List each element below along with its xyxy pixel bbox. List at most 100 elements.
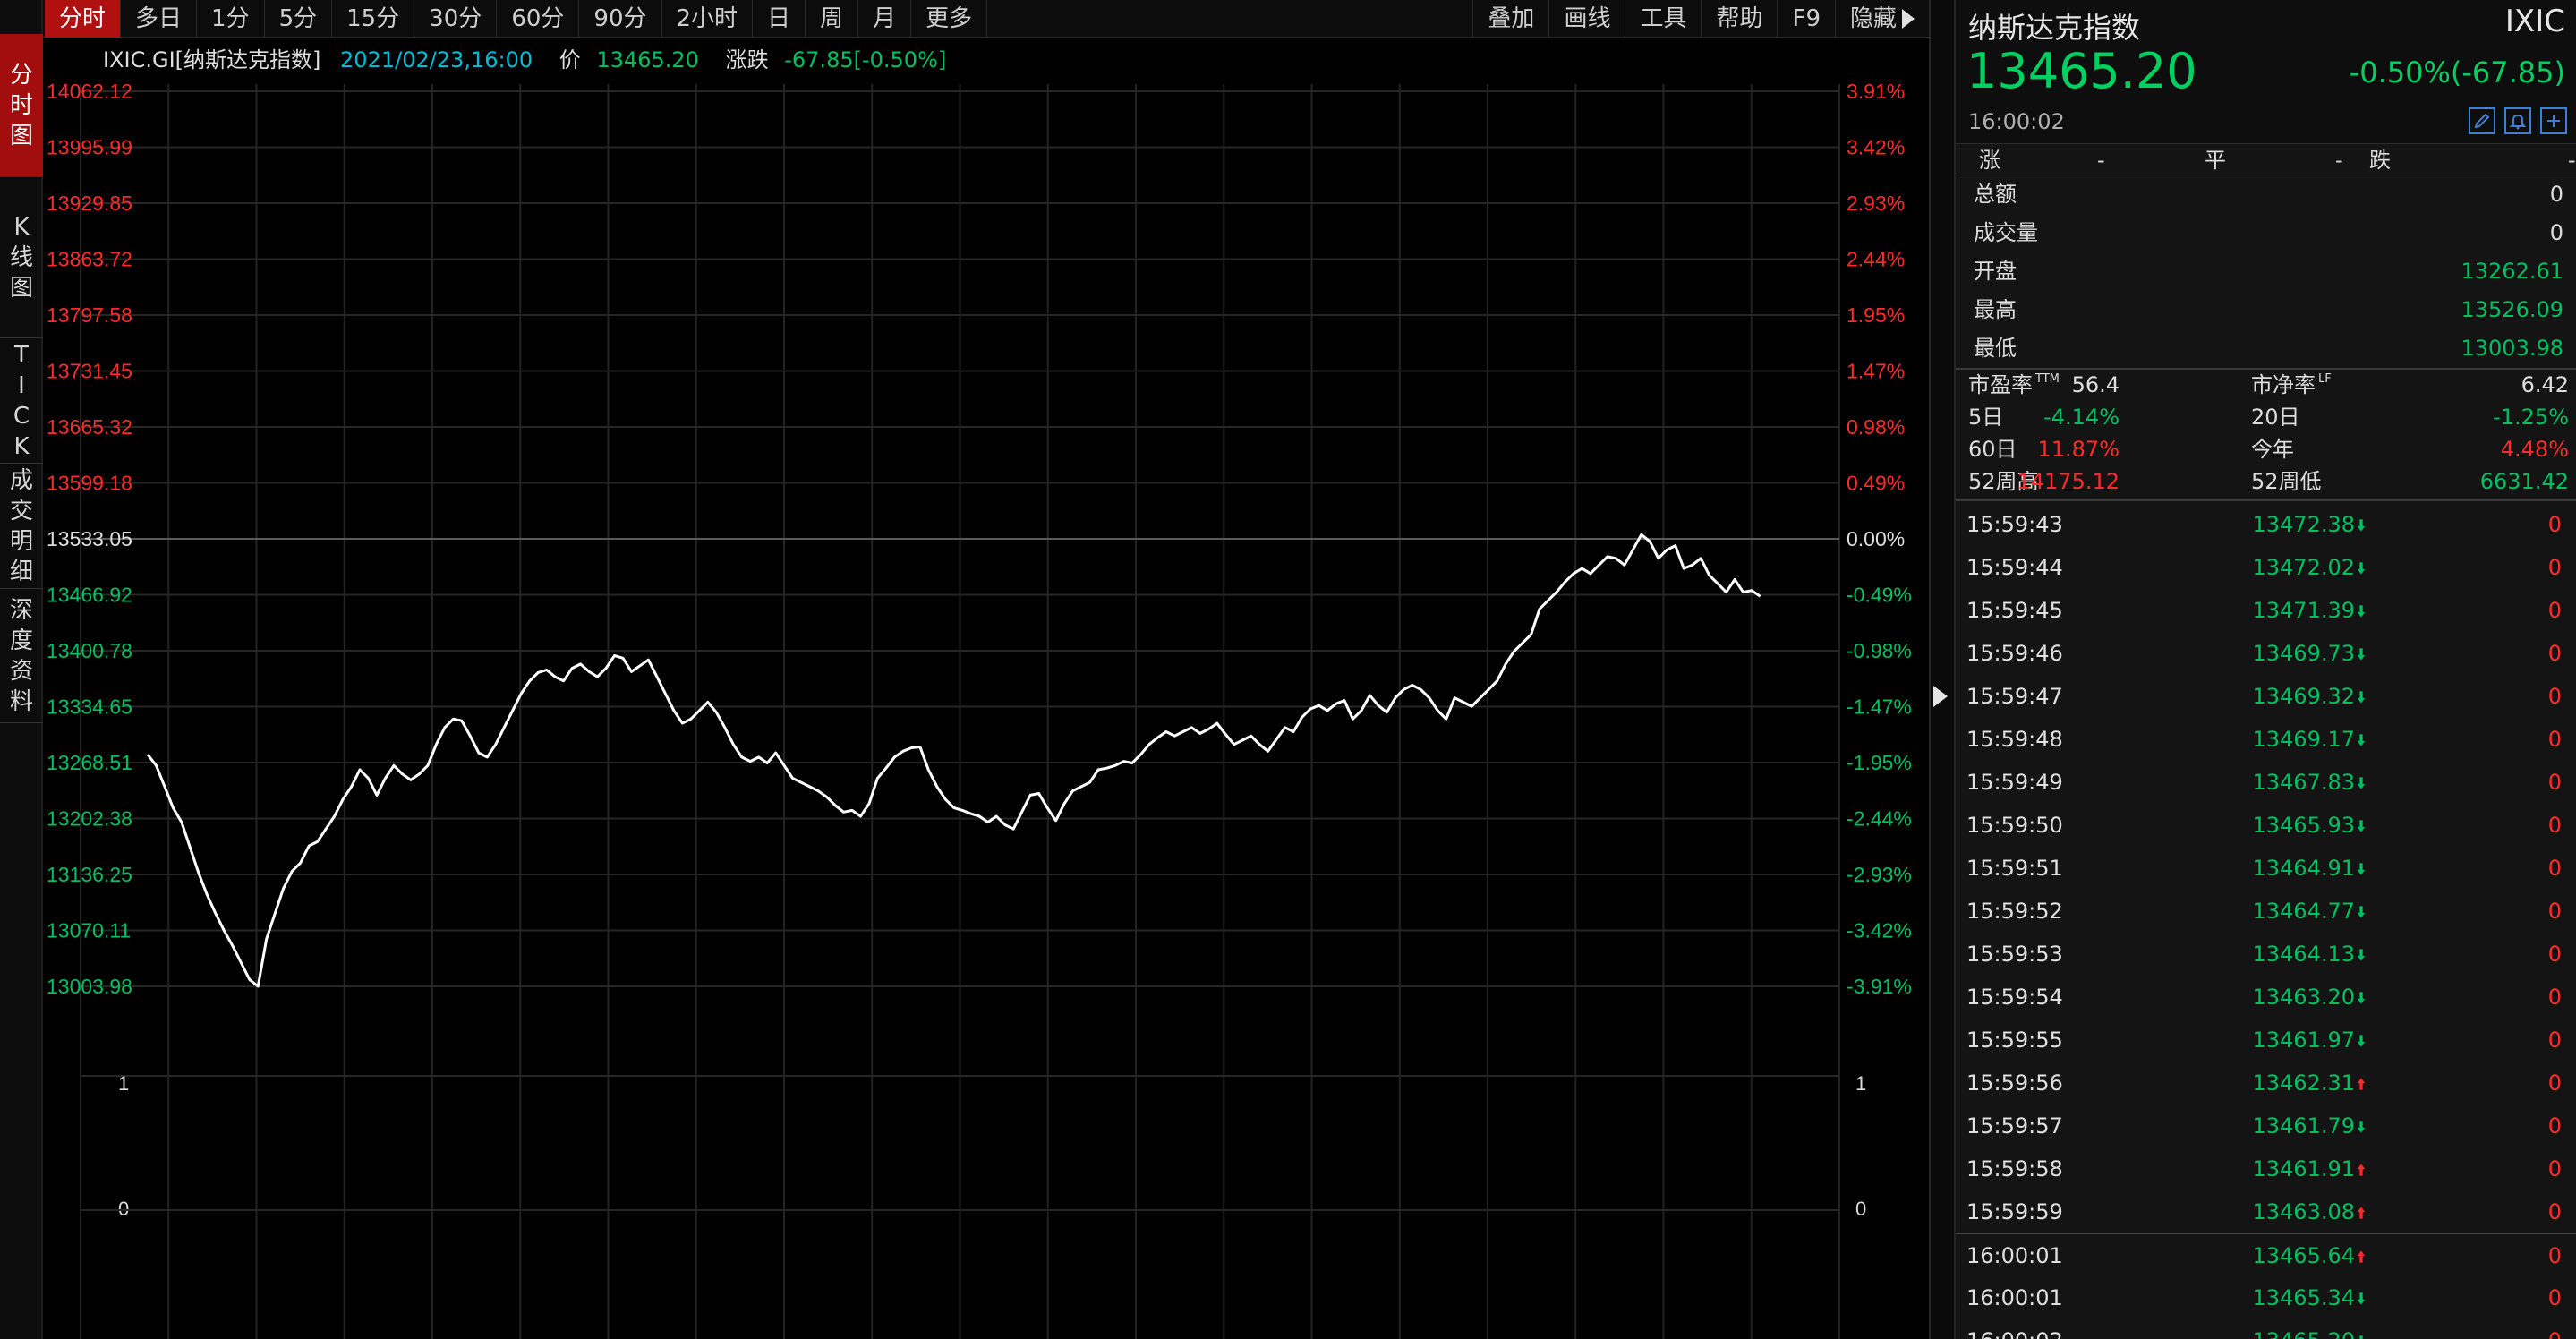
tool-button-4[interactable]: F9: [1777, 0, 1835, 38]
bell-icon[interactable]: [2504, 107, 2531, 134]
y-left-tick: 13466.92: [47, 584, 132, 607]
quote-panel: 纳斯达克指数 IXIC 13465.20 -0.50%(-67.85) 16:0…: [1956, 0, 2576, 1339]
y-right-tick: -3.91%: [1847, 975, 1912, 998]
side-tab-char: 资: [9, 657, 33, 685]
adv-flat-label: 平: [2205, 148, 2226, 173]
trade-row: 15:59:56 13462.31 0: [1956, 1062, 2576, 1104]
index-name: 纳斯达克指数: [1968, 11, 2141, 45]
trade-price: 13471.39: [2252, 598, 2355, 623]
chart-change-value: -67.85[-0.50%]: [784, 47, 947, 72]
ratio-value-2: 6631.42: [2479, 469, 2569, 494]
trade-row: 15:59:49 13467.83 0: [1956, 761, 2576, 804]
volume-right-tick: 1: [1855, 1072, 1866, 1095]
stat-row: 总额 0: [1956, 175, 2576, 214]
trade-volume: 0: [2547, 1199, 2562, 1224]
side-tab-char: 交: [9, 497, 33, 525]
y-left-tick: 13136.25: [47, 863, 132, 886]
tool-button-label: 画线: [1564, 5, 1611, 32]
side-tab-char: 图: [9, 122, 33, 149]
arrow-down-icon: [2357, 691, 2366, 704]
intraday-chart[interactable]: 14062.12 3.91% 13995.99 3.42% 13929.85 2.93% 1…: [45, 38, 1929, 1339]
trade-volume: 0: [2547, 813, 2562, 838]
side-tab-4[interactable]: 深度资料: [0, 589, 43, 723]
side-tab-char: 深: [9, 596, 33, 624]
period-tab-2[interactable]: 1分: [197, 0, 265, 38]
trade-time: 15:59:44: [1966, 555, 2063, 580]
trade-time: 15:59:53: [1966, 942, 2063, 967]
trade-price-cell: 13461.91: [2187, 1147, 2366, 1190]
panel-divider[interactable]: [1929, 0, 1956, 1339]
period-tab-6[interactable]: 60分: [497, 0, 580, 38]
trade-price: 13462.31: [2252, 1070, 2355, 1096]
ratio-value-1: 11.87%: [2037, 437, 2120, 462]
ratio-label-2: 20日: [2251, 405, 2300, 430]
tool-button-3[interactable]: 帮助: [1701, 0, 1777, 38]
trade-list[interactable]: 15:59:43 13472.38 0 15:59:44 13472.02 0 15:59:…: [1956, 503, 2576, 1339]
side-tab-1[interactable]: K线图: [0, 177, 43, 338]
trade-volume: 0: [2547, 512, 2562, 537]
ratio-label-2: 市净率: [2251, 372, 2316, 397]
tool-button-0[interactable]: 叠加: [1472, 0, 1548, 38]
add-icon[interactable]: [2540, 107, 2567, 134]
trade-row: 15:59:48 13469.17 0: [1956, 718, 2576, 761]
trade-price: 13467.83: [2252, 770, 2355, 795]
volume-right-tick: 0: [1855, 1198, 1866, 1220]
trade-row: 15:59:46 13469.73 0: [1956, 632, 2576, 675]
period-tab-7[interactable]: 90分: [579, 0, 662, 38]
arrow-up-icon: [2357, 1207, 2366, 1219]
period-tab-0[interactable]: 分时: [45, 0, 122, 38]
advance-decline-row: 涨 - 平 - 跌 -: [1956, 143, 2576, 175]
period-tab-8[interactable]: 2小时: [662, 0, 754, 38]
trade-price: 13465.64: [2252, 1243, 2355, 1268]
period-tab-12[interactable]: 更多: [911, 0, 988, 38]
period-tab-4[interactable]: 15分: [332, 0, 415, 38]
tool-button-label: 帮助: [1716, 5, 1763, 32]
tool-button-2[interactable]: 工具: [1625, 0, 1701, 38]
trade-volume: 0: [2547, 727, 2562, 752]
y-left-tick: 13929.85: [47, 192, 132, 215]
period-tab-10[interactable]: 周: [806, 0, 859, 38]
trade-volume: 0: [2547, 1243, 2562, 1268]
side-tab-char: 细: [9, 558, 33, 585]
side-tab-2[interactable]: TICK: [0, 338, 43, 464]
trade-row: 15:59:43 13472.38 0: [1956, 503, 2576, 546]
chart-datetime: 2021/02/23,16:00: [340, 47, 533, 72]
trade-row: 16:00:02 13465.20 0: [1956, 1319, 2576, 1339]
tool-button-label: 工具: [1640, 5, 1687, 32]
ratio-label-2: 今年: [2251, 437, 2294, 462]
trade-price-cell: 13463.20: [2187, 976, 2366, 1019]
arrow-up-icon: [2357, 1078, 2366, 1090]
side-tab-3[interactable]: 成交明细: [0, 464, 43, 589]
trade-price-cell: 13463.08: [2187, 1190, 2366, 1233]
side-tab-0[interactable]: 分时图: [0, 34, 43, 177]
stat-value: 0: [2549, 220, 2563, 245]
trade-row: 15:59:54 13463.20 0: [1956, 976, 2576, 1019]
side-tabs: 分时图K线图TICK成交明细深度资料: [0, 0, 43, 1339]
arrow-down-icon: [2357, 992, 2366, 1004]
period-tab-1[interactable]: 多日: [121, 0, 198, 38]
chart-canvas: 14062.12 3.91% 13995.99 3.42% 13929.85 2.93% 1…: [47, 80, 1912, 1339]
y-right-tick: 3.42%: [1847, 136, 1905, 159]
tool-button-1[interactable]: 画线: [1548, 0, 1625, 38]
stat-value: 13003.98: [2461, 336, 2563, 361]
ratio-grid: 市盈率 TTM 56.4 市净率 LF 6.42 5日 -4.14% 20日 -1.25% 60日 1…: [1956, 369, 2576, 498]
y-left-tick: 13995.99: [47, 136, 132, 159]
tool-button-5[interactable]: 隐藏: [1834, 0, 1929, 38]
volume-left-tick: 1: [118, 1072, 129, 1095]
period-tab-9[interactable]: 日: [753, 0, 806, 38]
stat-row: 最高 13526.09: [1956, 291, 2576, 329]
trade-time: 15:59:57: [1966, 1113, 2063, 1139]
trade-time: 15:59:46: [1966, 641, 2063, 666]
edit-icon[interactable]: [2469, 107, 2495, 134]
trade-row: 15:59:44 13472.02 0: [1956, 546, 2576, 589]
trade-price: 13463.20: [2252, 985, 2355, 1010]
trade-row: 16:00:01 13465.34 0: [1956, 1276, 2576, 1319]
y-left-tick: 13731.45: [47, 360, 132, 383]
collapse-arrow-icon[interactable]: [1933, 686, 1948, 707]
period-tab-11[interactable]: 月: [858, 0, 912, 38]
period-tab-5[interactable]: 30分: [414, 0, 498, 38]
period-tab-3[interactable]: 5分: [265, 0, 333, 38]
trade-row: 15:59:58 13461.91 0: [1956, 1147, 2576, 1190]
trade-price-cell: 13472.38: [2187, 503, 2366, 546]
